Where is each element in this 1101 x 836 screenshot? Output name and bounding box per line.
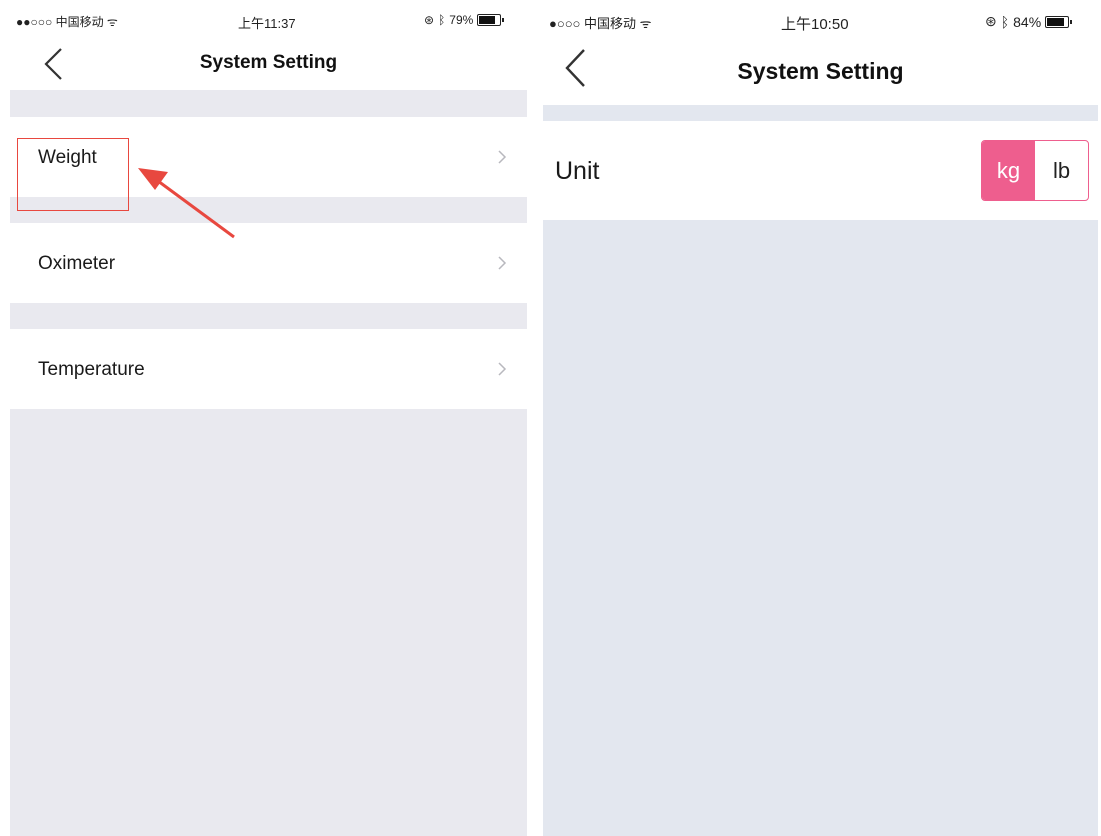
chevron-right-icon <box>498 362 507 376</box>
status-time: 上午11:37 <box>238 16 296 31</box>
status-right-group: ⊛ ᛒ 79% <box>424 13 505 27</box>
settings-item-label: Oximeter <box>38 253 116 274</box>
battery-percent: 79% <box>449 13 474 27</box>
status-bar: ●○○○ 中国移动 ᯤ 上午10:50 ⊛ ᛒ 84% <box>543 0 1098 44</box>
alarm-icon: ⊛ <box>424 13 435 27</box>
settings-item-label: Temperature <box>38 359 145 380</box>
settings-item-oximeter[interactable]: Oximeter <box>10 223 527 303</box>
unit-option-lb[interactable]: lb <box>1035 141 1088 200</box>
annotation-highlight-box <box>17 138 129 211</box>
status-right-group: ⊛ ᛒ 84% <box>985 13 1073 30</box>
status-time: 上午10:50 <box>781 16 849 33</box>
navigation-bar: System Setting <box>543 44 1098 105</box>
alarm-icon: ⊛ <box>985 13 997 29</box>
status-bar: ●●○○○ 中国移动 ᯤ 上午11:37 ⊛ ᛒ 79% <box>10 0 527 40</box>
unit-segmented-control[interactable]: kg lb <box>981 140 1089 201</box>
carrier-label: ●●○○○ 中国移动 ᯤ <box>16 15 118 29</box>
bluetooth-icon: ᛒ <box>1000 13 1010 30</box>
carrier-label: ●○○○ 中国移动 ᯤ <box>549 16 652 31</box>
battery-percent: 84% <box>1013 13 1042 30</box>
chevron-right-icon <box>498 256 507 270</box>
battery-icon <box>1045 15 1073 28</box>
chevron-right-icon <box>498 150 507 164</box>
bluetooth-icon: ᛒ <box>438 13 446 27</box>
page-title: System Setting <box>199 52 338 73</box>
navigation-bar: System Setting <box>10 40 527 90</box>
settings-item-temperature[interactable]: Temperature <box>10 329 527 409</box>
left-phone-screen: ●●○○○ 中国移动 ᯤ 上午11:37 ⊛ ᛒ 79% System Sett… <box>10 0 527 836</box>
page-title: System Setting <box>737 58 904 84</box>
unit-option-kg[interactable]: kg <box>982 141 1035 200</box>
right-phone-screen: ●○○○ 中国移动 ᯤ 上午10:50 ⊛ ᛒ 84% System Setti… <box>543 0 1098 836</box>
battery-icon <box>477 14 505 26</box>
unit-label: Unit <box>555 157 600 185</box>
